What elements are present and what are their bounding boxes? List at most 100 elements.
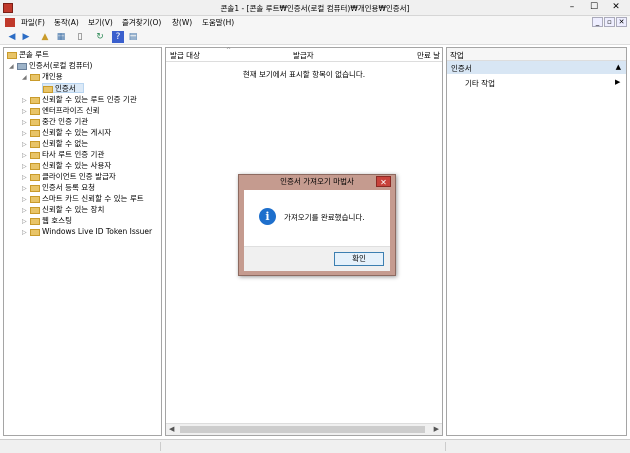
tree-item-trusted-people[interactable]: ▷ 신뢰할 수 있는 사용자 (22, 161, 111, 171)
window-title: 콘솔1 - [콘솔 루트₩인증서(로컬 컴퓨터)₩개인용₩인증서] (220, 4, 410, 13)
menu-favorites[interactable]: 즐겨찾기(O) (122, 17, 161, 28)
folder-icon (30, 140, 40, 148)
tree-item-trusted-root[interactable]: ▷ 신뢰할 수 있는 루트 인증 기관 (22, 95, 137, 105)
actions-title: 작업 (447, 48, 626, 61)
tree-item-trusted-publishers[interactable]: ▷ 신뢰할 수 있는 게시자 (22, 128, 111, 138)
status-bar (0, 439, 630, 453)
show-hide-tree-icon[interactable]: ▦ (55, 31, 67, 43)
maximize-button[interactable]: ☐ (583, 0, 605, 15)
tree-item-intermediate-ca[interactable]: ▷ 중간 인증 기관 (22, 117, 88, 127)
actions-pane: 작업 인증서 ▲ 기타 작업 ▶ (446, 47, 627, 436)
certificates-snapin-icon (17, 62, 27, 70)
scroll-left-icon[interactable]: ◀ (169, 425, 174, 433)
collapse-arrow-icon[interactable]: ◢ (9, 62, 17, 72)
actions-section-certificates[interactable]: 인증서 ▲ (447, 61, 626, 74)
folder-icon (30, 129, 40, 137)
menu-file[interactable]: 파일(F) (21, 17, 45, 28)
column-headers: 발급 대상 ^ 발급자 만료 날 (166, 47, 442, 62)
empty-list-message: 현재 보기에서 표시할 항목이 없습니다. (242, 70, 366, 79)
folder-icon (43, 85, 53, 93)
folder-icon (30, 206, 40, 214)
expand-arrow-icon[interactable]: ▷ (22, 206, 30, 216)
scrollbar-thumb[interactable] (180, 426, 425, 433)
folder-icon (30, 107, 40, 115)
scroll-right-icon[interactable]: ▶ (434, 425, 439, 433)
folder-icon (30, 184, 40, 192)
tree-item-certificates-selected[interactable]: 인증서 (42, 83, 84, 93)
folder-icon (30, 195, 40, 203)
tree-item-enrollment-requests[interactable]: ▷ 인증서 등록 요청 (22, 183, 95, 193)
title-bar: 콘솔1 - [콘솔 루트₩인증서(로컬 컴퓨터)₩개인용₩인증서] – ☐ ✕ (0, 0, 630, 16)
back-arrow-icon[interactable]: ◀ (6, 31, 18, 43)
collapse-arrow-icon[interactable]: ◢ (22, 73, 30, 83)
forward-arrow-icon[interactable]: ▶ (20, 31, 32, 43)
folder-icon (30, 96, 40, 104)
expand-arrow-icon[interactable]: ▷ (22, 107, 30, 117)
expand-arrow-icon[interactable]: ▷ (22, 217, 30, 227)
folder-icon (30, 217, 40, 225)
expand-arrow-icon[interactable]: ▷ (22, 140, 30, 150)
collapse-up-icon[interactable]: ▲ (616, 63, 621, 71)
info-icon: i (259, 208, 276, 225)
folder-icon (30, 173, 40, 181)
dialog-message: 가져오기를 완료했습니다. (284, 213, 365, 222)
up-folder-icon[interactable]: ▲ (39, 31, 51, 43)
toolbar: ◀ ▶ ▲ ▦ ▯ ↻ ? ▤ (0, 29, 630, 45)
expand-arrow-icon[interactable]: ▷ (22, 173, 30, 183)
tree-item-third-party-root[interactable]: ▷ 타사 루트 인증 기관 (22, 150, 104, 160)
menu-action[interactable]: 동작(A) (54, 17, 79, 28)
folder-icon (30, 118, 40, 126)
properties-icon[interactable]: ▤ (127, 31, 139, 43)
submenu-arrow-icon: ▶ (615, 78, 621, 86)
import-wizard-dialog: 인증서 가져오기 마법사 ✕ i 가져오기를 완료했습니다. 확인 (238, 174, 396, 276)
mdi-restore-button[interactable]: ▫ (604, 17, 615, 27)
tree-item-untrusted[interactable]: ▷ 신뢰할 수 없는 (22, 139, 88, 149)
folder-icon (7, 51, 17, 59)
dialog-close-button[interactable]: ✕ (376, 176, 391, 187)
help-icon[interactable]: ? (112, 31, 124, 43)
menu-help[interactable]: 도움말(H) (202, 17, 234, 28)
folder-icon (30, 151, 40, 159)
mdi-window-controls: _ ▫ ✕ (591, 17, 627, 27)
folder-icon (30, 162, 40, 170)
refresh-icon[interactable]: ↻ (94, 31, 106, 43)
ok-button[interactable]: 확인 (334, 252, 384, 266)
tree-item-enterprise-trust[interactable]: ▷ 엔터프라이즈 신뢰 (22, 106, 100, 116)
tree-item-certificates-local-computer[interactable]: ◢ 인증서(로컬 컴퓨터) (9, 61, 92, 71)
mdi-close-button[interactable]: ✕ (616, 17, 627, 27)
expand-arrow-icon[interactable]: ▷ (22, 228, 30, 238)
tree-item-web-hosting[interactable]: ▷ 웹 호스팅 (22, 216, 72, 226)
expand-arrow-icon[interactable]: ▷ (22, 184, 30, 194)
column-issued-by[interactable]: 발급자 (293, 50, 314, 61)
tree-item-console-root[interactable]: 콘솔 루트 (7, 50, 49, 60)
folder-icon (30, 228, 40, 236)
menu-bar: 파일(F) 동작(A) 보기(V) 즐겨찾기(O) 창(W) 도움말(H) _ ▫… (0, 16, 630, 29)
expand-arrow-icon[interactable]: ▷ (22, 118, 30, 128)
expand-arrow-icon[interactable]: ▷ (22, 129, 30, 139)
more-actions-item[interactable]: 기타 작업 (465, 78, 495, 89)
close-button[interactable]: ✕ (605, 0, 627, 15)
tree-item-smart-card-root[interactable]: ▷ 스마트 카드 신뢰할 수 있는 루트 (22, 194, 144, 204)
tree-item-client-auth-issuers[interactable]: ▷ 클라이언트 인증 발급자 (22, 172, 116, 182)
expand-arrow-icon[interactable]: ▷ (22, 195, 30, 205)
minimize-button[interactable]: – (561, 0, 583, 15)
menu-view[interactable]: 보기(V) (88, 17, 113, 28)
horizontal-scrollbar[interactable]: ◀ ▶ (166, 423, 442, 435)
dialog-title: 인증서 가져오기 마법사 (280, 177, 354, 186)
console-window-icon[interactable] (5, 18, 15, 27)
export-icon[interactable]: ▯ (74, 31, 86, 43)
column-expiration[interactable]: 만료 날 (417, 50, 440, 61)
tree-item-personal[interactable]: ◢ 개인용 (22, 72, 63, 82)
expand-arrow-icon[interactable]: ▷ (22, 162, 30, 172)
console-tree: 콘솔 루트 ◢ 인증서(로컬 컴퓨터) ◢ 개인용 인증서 ▷ 신뢰할 수 있는 루트… (3, 47, 162, 436)
mdi-minimize-button[interactable]: _ (592, 17, 603, 27)
tree-item-trusted-devices[interactable]: ▷ 신뢰할 수 있는 장치 (22, 205, 104, 215)
expand-arrow-icon[interactable]: ▷ (22, 96, 30, 106)
mmc-app-icon[interactable] (3, 3, 13, 13)
column-issued-to[interactable]: 발급 대상 (170, 50, 200, 61)
dialog-footer: 확인 (244, 246, 390, 271)
menu-window[interactable]: 창(W) (172, 17, 192, 28)
expand-arrow-icon[interactable]: ▷ (22, 151, 30, 161)
status-divider (445, 442, 446, 451)
tree-item-windows-live-id[interactable]: ▷ Windows Live ID Token Issuer (22, 227, 152, 237)
